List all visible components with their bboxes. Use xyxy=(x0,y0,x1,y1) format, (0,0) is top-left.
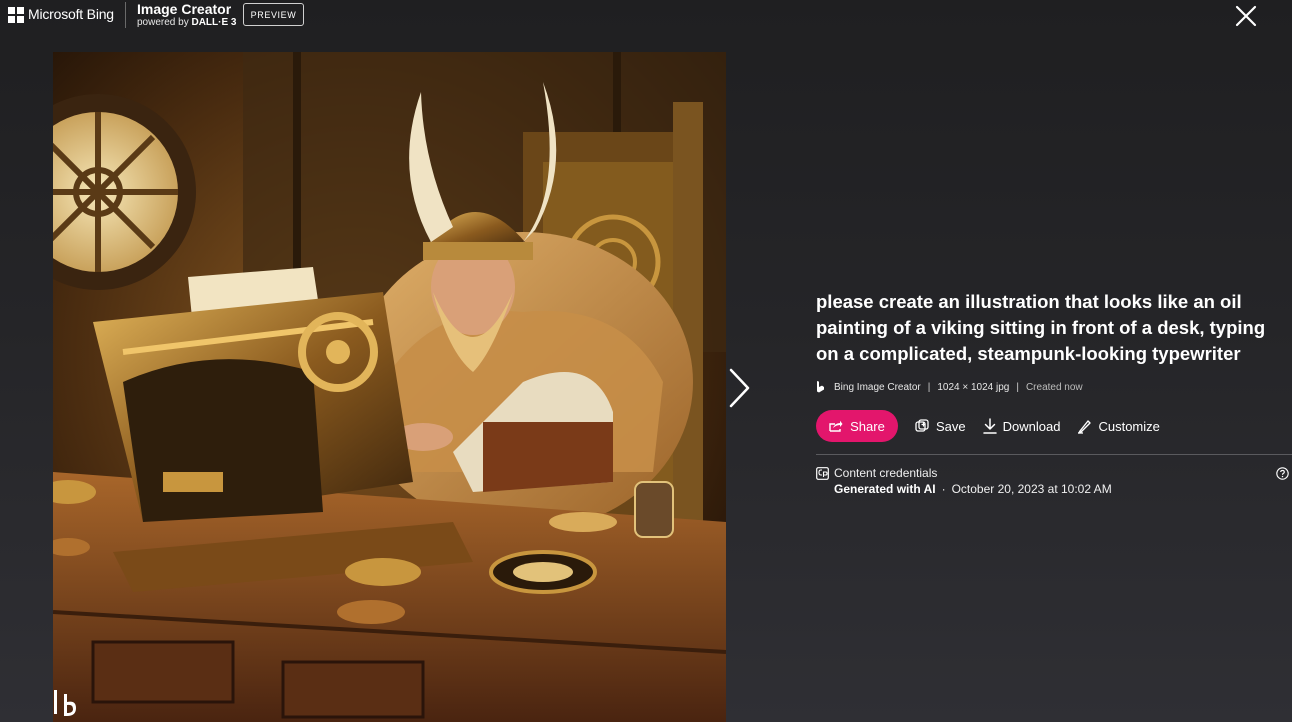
header-divider xyxy=(125,2,126,28)
bing-watermark-icon xyxy=(54,688,80,718)
action-bar: Share Save Download Customize xyxy=(816,410,1160,442)
meta-separator: | xyxy=(927,381,931,393)
content-credentials-label: Content credentials xyxy=(834,466,938,480)
panel-divider xyxy=(816,454,1292,455)
image-dimensions: 1024 × 1024 jpg xyxy=(937,381,1010,393)
content-credentials: Content credentials Generated with AI · … xyxy=(816,466,1112,496)
content-credentials-icon xyxy=(816,466,829,480)
download-icon xyxy=(982,418,997,434)
brand-name[interactable]: Microsoft Bing xyxy=(28,6,114,22)
download-label: Download xyxy=(1002,418,1061,434)
customize-label: Customize xyxy=(1098,418,1160,434)
app-subtitle-model: DALL·E 3 xyxy=(191,17,237,28)
chevron-right-icon[interactable] xyxy=(726,366,754,410)
meta-separator: | xyxy=(1016,381,1019,393)
save-icon xyxy=(915,419,929,432)
top-bar: Microsoft Bing Image Creator powered by … xyxy=(0,0,1292,32)
save-label: Save xyxy=(936,418,966,434)
created-time: Created now xyxy=(1025,381,1083,393)
generated-with-ai: Generated with AI xyxy=(834,482,936,496)
save-button[interactable]: Save xyxy=(915,419,966,434)
app-title[interactable]: Image Creator xyxy=(137,1,231,17)
share-label: Share xyxy=(850,418,885,434)
help-icon[interactable] xyxy=(1276,467,1289,480)
windows-logo-icon[interactable] xyxy=(8,7,24,23)
app-subtitle-prefix: powered by xyxy=(137,17,192,28)
credentials-dot: · xyxy=(941,482,946,496)
app-subtitle: powered by DALL·E 3 xyxy=(137,17,236,28)
prompt-text: please create an illustration that looks… xyxy=(816,291,1266,364)
customize-button[interactable]: Customize xyxy=(1077,418,1160,434)
image-source[interactable]: Bing Image Creator xyxy=(834,382,921,393)
download-button[interactable]: Download xyxy=(982,418,1061,434)
content-credentials-title[interactable]: Content credentials xyxy=(816,466,937,480)
credentials-date: October 20, 2023 at 10:02 AM xyxy=(951,482,1112,496)
share-button[interactable]: Share xyxy=(816,410,898,442)
bing-logo-icon xyxy=(817,381,824,393)
credentials-detail: Generated with AI · October 20, 2023 at … xyxy=(834,482,1112,496)
share-icon xyxy=(829,420,843,432)
close-icon[interactable] xyxy=(1234,4,1258,28)
image-meta: Bing Image Creator | 1024 × 1024 jpg | C… xyxy=(816,380,1083,394)
customize-icon xyxy=(1078,419,1092,434)
preview-badge[interactable]: PREVIEW xyxy=(243,3,304,26)
generated-image[interactable] xyxy=(53,52,726,722)
